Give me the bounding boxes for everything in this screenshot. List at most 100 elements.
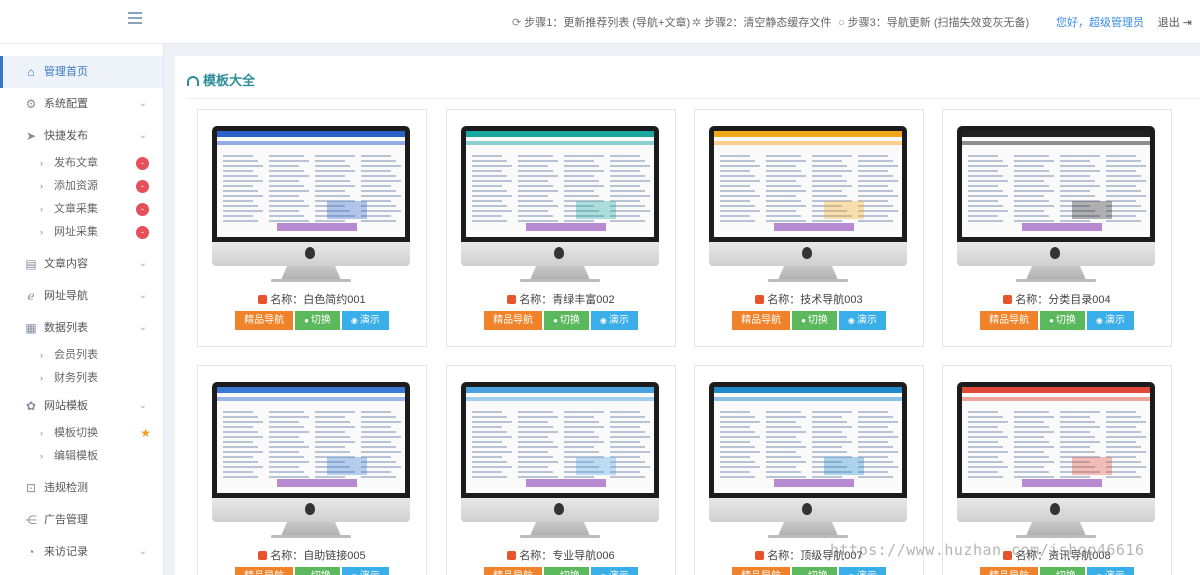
- share-icon: ⋲: [25, 513, 37, 527]
- switch-button[interactable]: 切换: [295, 567, 340, 575]
- table-icon: ▦: [25, 321, 37, 335]
- monitor-chin: [461, 498, 659, 522]
- template-icon: [755, 551, 765, 560]
- sidebar-sub-publish-article[interactable]: › 发布文章 -: [0, 152, 163, 175]
- sidebar-sub-finance[interactable]: › 财务列表: [0, 367, 163, 390]
- sidebar-sub-members[interactable]: › 会员列表: [0, 344, 163, 367]
- monitor-frame: [709, 382, 907, 498]
- sidebar-item-violation[interactable]: ⊡ 违规检测: [0, 472, 163, 504]
- monitor-base: [520, 279, 600, 282]
- document-icon: ▤: [25, 257, 37, 271]
- step-2-link[interactable]: ✲ 步骤2：清空静态缓存文件: [692, 14, 831, 30]
- template-actions: 精品导航 切换 演示: [447, 567, 675, 575]
- premium-nav-button[interactable]: 精品导航: [980, 567, 1039, 575]
- chart-icon: ◔: [27, 545, 35, 559]
- menu-toggle-icon[interactable]: [128, 12, 142, 24]
- premium-nav-button[interactable]: 精品导航: [235, 567, 294, 575]
- premium-nav-button[interactable]: 精品导航: [484, 311, 543, 330]
- sidebar-sub-add-resource[interactable]: › 添加资源 -: [0, 175, 163, 198]
- demo-button[interactable]: 演示: [341, 311, 389, 330]
- monitor-chin: [709, 242, 907, 266]
- sidebar-sub-template-switch[interactable]: › 模板切换 ★: [0, 422, 163, 445]
- monitor-base: [1016, 279, 1096, 282]
- monitor-frame: [957, 382, 1155, 498]
- template-preview[interactable]: [217, 387, 405, 493]
- lock-icon: ⊡: [25, 481, 37, 495]
- sidebar-sub-template-edit[interactable]: › 编辑模板: [0, 445, 163, 468]
- sidebar-item-nav[interactable]: ℯ 网址导航 ⌄: [0, 280, 163, 312]
- template-actions: 精品导航 切换 演示: [695, 311, 923, 330]
- monitor-chin: [709, 498, 907, 522]
- template-name: 名称：分类目录004: [943, 291, 1171, 307]
- switch-button[interactable]: 切换: [792, 567, 837, 575]
- template-preview[interactable]: [466, 387, 654, 493]
- premium-nav-button[interactable]: 精品导航: [980, 311, 1039, 330]
- template-name: 名称：自助链接005: [198, 547, 426, 563]
- logout-button[interactable]: 退出 ⇥: [1158, 14, 1192, 30]
- chevron-right-icon: ›: [40, 204, 43, 214]
- template-card: 名称：专业导航006 精品导航 切换 演示: [446, 365, 676, 575]
- template-preview[interactable]: [217, 131, 405, 237]
- sidebar-item-ads[interactable]: ⋲ 广告管理: [0, 504, 163, 536]
- template-card: 名称：技术导航003 精品导航 切换 演示: [694, 109, 924, 347]
- sidebar-item-template[interactable]: ✿ 网站模板 ⌄: [0, 390, 163, 422]
- sidebar-sub-url-collect[interactable]: › 网址采集 -: [0, 221, 163, 244]
- template-preview[interactable]: [466, 131, 654, 237]
- refresh-icon: ⟳: [512, 17, 522, 29]
- apple-logo-icon: [1050, 247, 1060, 259]
- demo-button[interactable]: 演示: [838, 567, 886, 575]
- template-name: 名称：青绿丰富002: [447, 291, 675, 307]
- premium-nav-button[interactable]: 精品导航: [484, 567, 543, 575]
- switch-button[interactable]: 切换: [1040, 567, 1085, 575]
- monitor-chin: [957, 498, 1155, 522]
- template-icon: [258, 551, 268, 560]
- sidebar-item-content[interactable]: ▤ 文章内容 ⌄: [0, 248, 163, 280]
- sidebar-item-settings[interactable]: ⚙ 系统配置 ⌄: [0, 88, 163, 120]
- chevron-down-icon: ⌄: [138, 98, 147, 109]
- chevron-right-icon: ›: [40, 181, 43, 191]
- demo-button[interactable]: 演示: [1086, 567, 1134, 575]
- premium-nav-button[interactable]: 精品导航: [235, 311, 294, 330]
- monitor-stand: [281, 266, 341, 280]
- switch-button[interactable]: 切换: [544, 567, 589, 575]
- sidebar-item-data[interactable]: ▦ 数据列表 ⌄: [0, 312, 163, 344]
- premium-nav-button[interactable]: 精品导航: [732, 311, 791, 330]
- sidebar-sub-article-collect[interactable]: › 文章采集 -: [0, 198, 163, 221]
- sidebar-item-publish[interactable]: ➤ 快捷发布 ⌄: [0, 120, 163, 152]
- monitor-base: [768, 279, 848, 282]
- chevron-right-icon: ›: [40, 350, 43, 360]
- switch-button[interactable]: 切换: [295, 311, 340, 330]
- demo-button[interactable]: 演示: [838, 311, 886, 330]
- step-1-link[interactable]: ⟳ 步骤1：更新推荐列表 (导航+文章): [512, 14, 690, 30]
- template-preview[interactable]: [714, 387, 902, 493]
- step-3-link[interactable]: ○ 步骤3：导航更新 (扫描失效变灰无备): [838, 14, 1029, 30]
- template-preview[interactable]: [714, 131, 902, 237]
- monitor-stand: [530, 522, 590, 536]
- sidebar-item-visits[interactable]: ◔ 来访记录 ⌄: [0, 536, 163, 568]
- template-actions: 精品导航 切换 演示: [198, 567, 426, 575]
- template-preview[interactable]: [962, 387, 1150, 493]
- switch-button[interactable]: 切换: [1040, 311, 1085, 330]
- demo-button[interactable]: 演示: [590, 567, 638, 575]
- template-preview[interactable]: [962, 131, 1150, 237]
- monitor-base: [520, 535, 600, 538]
- demo-button[interactable]: 演示: [341, 567, 389, 575]
- monitor-chin: [212, 242, 410, 266]
- template-name: 名称：专业导航006: [447, 547, 675, 563]
- switch-button[interactable]: 切换: [792, 311, 837, 330]
- user-greeting[interactable]: 您好，超级管理员: [1056, 14, 1144, 30]
- switch-button[interactable]: 切换: [544, 311, 589, 330]
- monitor-frame: [461, 126, 659, 242]
- template-card: 名称：分类目录004 精品导航 切换 演示: [942, 109, 1172, 347]
- chevron-down-icon: ⌄: [138, 322, 147, 333]
- monitor-frame: [461, 382, 659, 498]
- chevron-right-icon: ›: [40, 373, 43, 383]
- demo-button[interactable]: 演示: [1086, 311, 1134, 330]
- demo-button[interactable]: 演示: [590, 311, 638, 330]
- apple-logo-icon: [802, 503, 812, 515]
- chevron-down-icon: ⌄: [138, 130, 147, 141]
- chevron-down-icon: ⌄: [138, 258, 147, 269]
- premium-nav-button[interactable]: 精品导航: [732, 567, 791, 575]
- sidebar-item-home[interactable]: ⌂ 管理首页: [0, 56, 163, 88]
- circle-icon: ○: [838, 17, 845, 29]
